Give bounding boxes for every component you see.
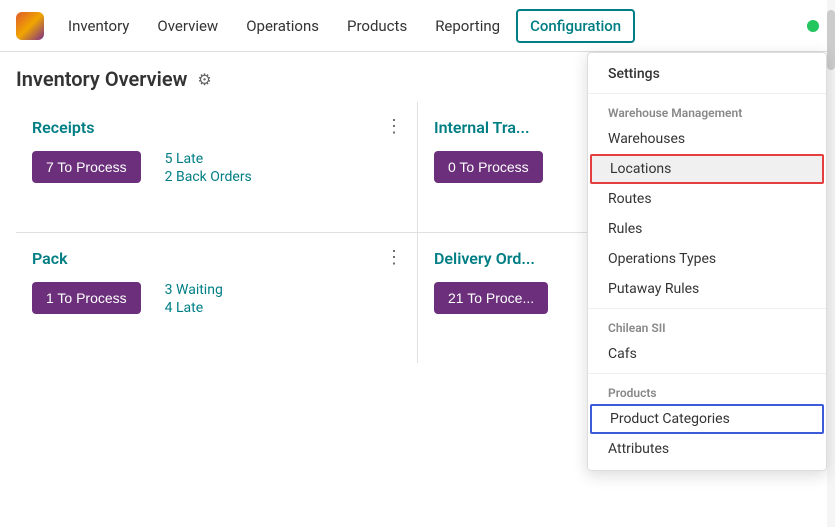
- delivery-process-button[interactable]: 21 To Proce...: [434, 282, 548, 314]
- card-pack: Pack ⋮ 1 To Process 3 Waiting 4 Late: [16, 233, 417, 363]
- card-pack-body: 1 To Process 3 Waiting 4 Late: [32, 282, 401, 316]
- dropdown-item-warehouses[interactable]: Warehouses: [588, 124, 826, 154]
- dropdown-item-locations[interactable]: Locations: [590, 154, 824, 184]
- dropdown-item-cafs[interactable]: Cafs: [588, 339, 826, 369]
- configuration-dropdown: Settings Warehouse Management Warehouses…: [587, 52, 827, 471]
- dropdown-item-product-categories[interactable]: Product Categories: [590, 404, 824, 434]
- status-dot: [807, 20, 819, 32]
- pack-process-button[interactable]: 1 To Process: [32, 282, 141, 314]
- receipts-process-button[interactable]: 7 To Process: [32, 151, 141, 183]
- nav-item-reporting[interactable]: Reporting: [423, 11, 512, 41]
- receipts-stat-back: 2 Back Orders: [165, 169, 252, 185]
- dropdown-item-putaway-rules[interactable]: Putaway Rules: [588, 274, 826, 304]
- nav-item-configuration[interactable]: Configuration: [516, 9, 635, 43]
- dropdown-item-operations-types[interactable]: Operations Types: [588, 244, 826, 274]
- receipts-stat-late: 5 Late: [165, 151, 252, 167]
- scrollbar-track: [827, 0, 835, 527]
- card-pack-title: Pack: [32, 249, 401, 268]
- nav-item-products[interactable]: Products: [335, 11, 419, 41]
- card-receipts-stats: 5 Late 2 Back Orders: [165, 151, 252, 185]
- pack-stat-late: 4 Late: [165, 300, 223, 316]
- dropdown-divider-1: [588, 93, 826, 94]
- dropdown-item-rules[interactable]: Rules: [588, 214, 826, 244]
- card-receipts-title: Receipts: [32, 118, 401, 137]
- nav-item-operations[interactable]: Operations: [234, 11, 331, 41]
- nav-item-overview[interactable]: Overview: [145, 11, 230, 41]
- dropdown-section-warehouse-mgmt: Warehouse Management: [588, 98, 826, 124]
- dropdown-section-chilean-sii: Chilean SII: [588, 313, 826, 339]
- internal-process-button[interactable]: 0 To Process: [434, 151, 543, 183]
- dropdown-item-attributes[interactable]: Attributes: [588, 434, 826, 464]
- dropdown-item-routes[interactable]: Routes: [588, 184, 826, 214]
- dropdown-divider-2: [588, 308, 826, 309]
- card-pack-stats: 3 Waiting 4 Late: [165, 282, 223, 316]
- card-receipts-body: 7 To Process 5 Late 2 Back Orders: [32, 151, 401, 185]
- settings-gear-icon[interactable]: ⚙: [197, 70, 211, 89]
- dropdown-section-products: Products: [588, 378, 826, 404]
- app-logo[interactable]: [16, 12, 44, 40]
- top-nav: Inventory Overview Operations Products R…: [0, 0, 835, 52]
- card-pack-menu[interactable]: ⋮: [385, 247, 403, 268]
- card-receipts: Receipts ⋮ 7 To Process 5 Late 2 Back Or…: [16, 102, 417, 232]
- page-title: Inventory Overview: [16, 67, 187, 91]
- dropdown-divider-3: [588, 373, 826, 374]
- nav-item-inventory[interactable]: Inventory: [56, 11, 141, 41]
- dropdown-item-settings[interactable]: Settings: [588, 59, 826, 89]
- scrollbar-thumb[interactable]: [827, 10, 835, 70]
- card-receipts-menu[interactable]: ⋮: [385, 116, 403, 137]
- pack-stat-waiting: 3 Waiting: [165, 282, 223, 298]
